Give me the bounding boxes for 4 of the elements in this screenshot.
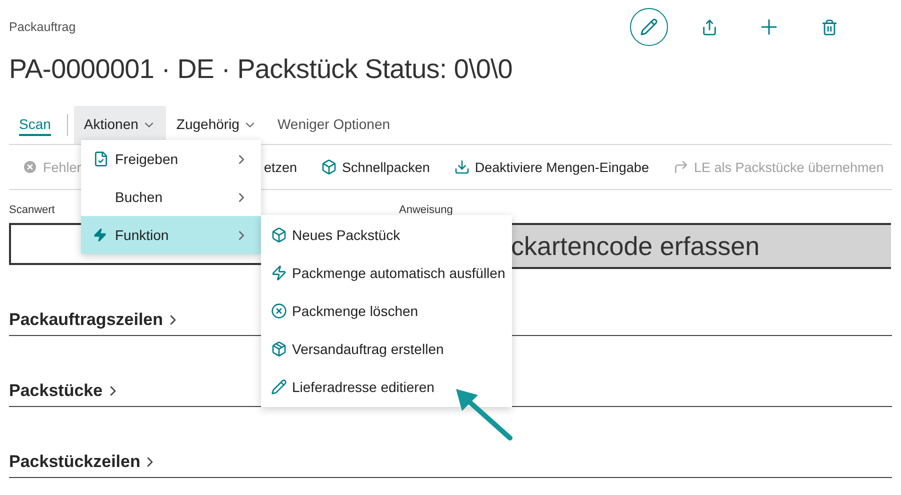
field-label: Scanwert xyxy=(9,204,55,217)
field-label: Anweisung xyxy=(399,204,453,217)
page-title: PA-0000001 · DE · Packstück Status: 0\0\0 xyxy=(9,54,514,86)
page-caption: Packauftrag xyxy=(9,20,76,34)
